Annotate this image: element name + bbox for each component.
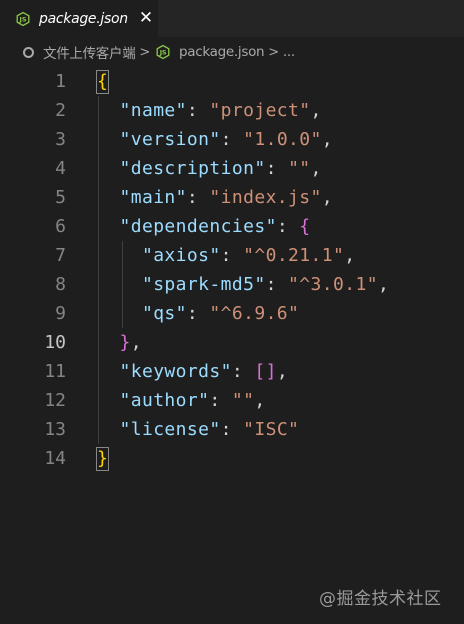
watermark: @掘金技术社区: [319, 589, 442, 609]
chevron-right-icon: >: [139, 44, 150, 60]
folder-icon: [23, 46, 34, 58]
tab-label: package.json: [39, 10, 128, 27]
breadcrumb: 文件上传客户端 > JS package.json > ...: [0, 37, 464, 67]
close-icon[interactable]: ✕: [139, 10, 153, 27]
json-value: "^0.21.1": [243, 245, 345, 266]
json-value: "": [231, 390, 255, 411]
json-key: "license": [119, 419, 221, 440]
tab-bar: JS package.json ✕: [0, 0, 464, 37]
code-line: 5 "main": "index.js",: [0, 183, 464, 212]
json-value: "1.0.0": [243, 129, 322, 150]
json-key: "dependencies": [119, 216, 277, 237]
brace: }: [119, 332, 131, 353]
json-key: "version": [119, 129, 221, 150]
code-line: 1 {: [0, 67, 464, 96]
svg-text:JS: JS: [18, 15, 26, 23]
tab-package-json[interactable]: JS package.json ✕: [0, 0, 158, 37]
line-number: 12: [44, 390, 66, 411]
json-key: "main": [119, 187, 187, 208]
json-value: []: [254, 361, 277, 382]
line-number: 3: [55, 129, 66, 150]
json-value: "^6.9.6": [209, 303, 300, 324]
json-key: "description": [119, 158, 266, 179]
line-number: 13: [44, 419, 66, 440]
json-key: "axios": [141, 245, 221, 266]
code-line-active: 10 },: [0, 328, 464, 357]
line-number: 10: [44, 332, 66, 353]
nodejs-icon: JS: [16, 11, 30, 26]
json-value: "ISC": [243, 419, 300, 440]
svg-text:JS: JS: [159, 49, 167, 57]
code-line: 2 "name": "project",: [0, 96, 464, 125]
nodejs-icon: JS: [156, 45, 170, 59]
json-value: "project": [209, 100, 311, 121]
line-number: 11: [44, 361, 66, 382]
code-line: 3 "version": "1.0.0",: [0, 125, 464, 154]
line-number: 4: [55, 158, 66, 179]
brace: }: [97, 448, 109, 469]
line-number: 8: [55, 274, 66, 295]
line-number: 5: [55, 187, 66, 208]
code-line: 6 "dependencies": {: [0, 212, 464, 241]
code-line: 13 "license": "ISC": [0, 415, 464, 444]
json-value: "^3.0.1": [288, 274, 378, 295]
line-number: 7: [55, 245, 66, 266]
json-key: "spark-md5": [141, 274, 266, 295]
brace: {: [97, 71, 109, 92]
code-line: 12 "author": "",: [0, 386, 464, 415]
json-key: "author": [119, 390, 210, 411]
json-key: "qs": [141, 303, 187, 324]
code-editor[interactable]: 1 { 2 "name": "project", 3 "version": "1…: [0, 67, 464, 471]
line-number: 14: [44, 448, 66, 469]
code-line: 4 "description": "",: [0, 154, 464, 183]
breadcrumb-file[interactable]: package.json: [179, 44, 265, 60]
line-number: 1: [55, 71, 66, 92]
line-number: 6: [55, 216, 66, 237]
code-line: 7 "axios": "^0.21.1",: [0, 241, 464, 270]
code-line: 9 "qs": "^6.9.6": [0, 299, 464, 328]
line-number: 2: [55, 100, 66, 121]
breadcrumb-folder[interactable]: 文件上传客户端: [43, 42, 136, 62]
json-value: "index.js": [209, 187, 322, 208]
json-value: "": [288, 158, 311, 179]
breadcrumb-symbols[interactable]: ...: [283, 44, 295, 60]
brace: {: [299, 216, 311, 237]
line-number: 9: [55, 303, 66, 324]
json-key: "name": [119, 100, 187, 121]
code-line: 8 "spark-md5": "^3.0.1",: [0, 270, 464, 299]
code-line: 11 "keywords": [],: [0, 357, 464, 386]
code-line: 14 }: [0, 444, 464, 473]
json-key: "keywords": [119, 361, 232, 382]
chevron-right-icon: >: [268, 44, 279, 60]
